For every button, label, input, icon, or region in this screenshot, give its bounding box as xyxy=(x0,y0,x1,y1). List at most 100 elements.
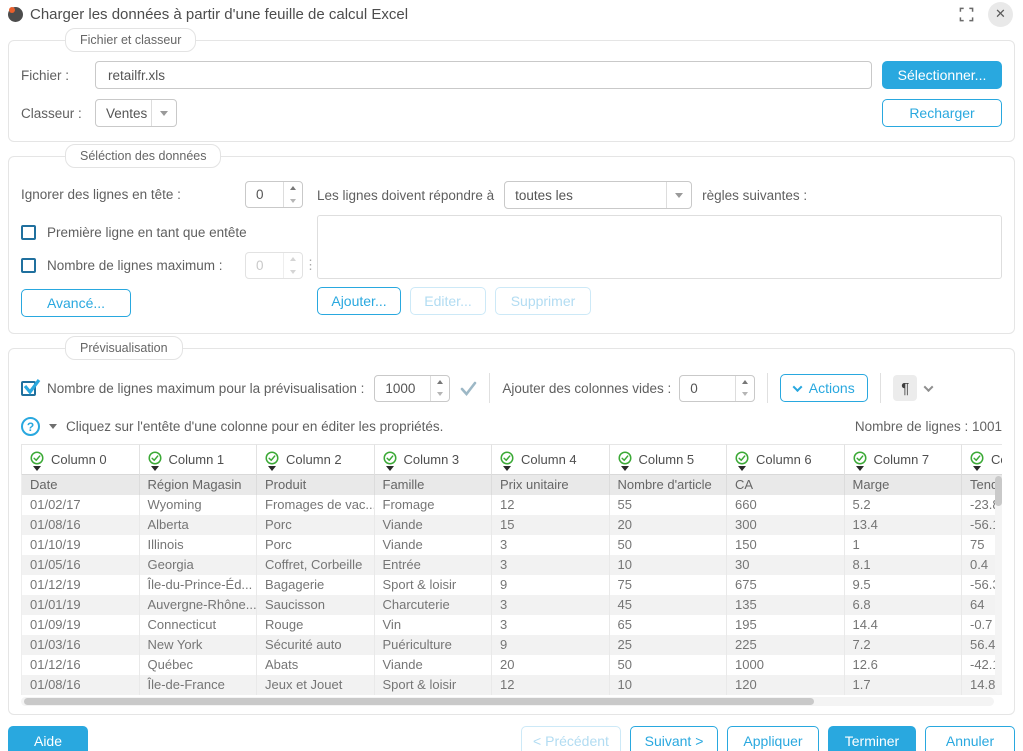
column-header[interactable]: Column 0 xyxy=(22,444,140,475)
add-rule-button[interactable]: Ajouter... xyxy=(317,287,401,315)
table-cell: 14.4 xyxy=(845,615,963,635)
max-preview-spinner[interactable]: 1000 xyxy=(374,375,450,402)
column-header[interactable]: Column 5 xyxy=(610,444,728,475)
app-logo-icon xyxy=(8,7,23,22)
column-menu-triangle-icon xyxy=(973,466,981,471)
pilcrow-icon[interactable]: ¶ xyxy=(893,375,917,401)
hint-text: Cliquez sur l'entête d'une colonne pour … xyxy=(66,419,443,434)
file-section-legend: Fichier et classeur xyxy=(65,28,196,52)
table-row: 01/01/19Auvergne-Rhône...SaucissonCharcu… xyxy=(21,595,1002,615)
rules-mode-select[interactable]: toutes les xyxy=(504,181,692,209)
table-cell: Région Magasin xyxy=(140,475,258,495)
table-row: 01/08/16AlbertaPorcViande152030013.4-56.… xyxy=(21,515,1002,535)
spinner-down-icon[interactable] xyxy=(284,195,302,208)
table-cell: 01/12/16 xyxy=(22,655,140,675)
spinner-down-icon[interactable] xyxy=(736,388,754,401)
rules-list[interactable] xyxy=(317,215,1002,279)
vertical-scrollbar-thumb[interactable] xyxy=(995,476,1002,506)
column-header[interactable]: Column 8 xyxy=(962,444,1002,475)
help-button[interactable]: Aide xyxy=(8,726,88,751)
table-cell: Illinois xyxy=(140,535,258,555)
table-row: 01/02/17WyomingFromages de vac...Fromage… xyxy=(21,495,1002,515)
max-rows-checkbox[interactable] xyxy=(21,258,36,273)
spinner-up-icon[interactable] xyxy=(284,182,302,195)
table-cell: Viande xyxy=(375,515,493,535)
table-cell: 3 xyxy=(492,615,610,635)
table-row: 01/10/19IllinoisPorcViande350150175 xyxy=(21,535,1002,555)
table-cell: 3 xyxy=(492,595,610,615)
splitter-handle[interactable]: ⋮ xyxy=(304,257,317,273)
close-icon[interactable]: ✕ xyxy=(988,2,1013,27)
table-cell: Prix unitaire xyxy=(492,475,610,495)
column-valid-icon xyxy=(30,451,44,471)
advanced-button[interactable]: Avancé... xyxy=(21,289,131,317)
column-header[interactable]: Column 4 xyxy=(492,444,610,475)
max-preview-checkbox[interactable] xyxy=(21,381,36,396)
apply-button[interactable]: Appliquer xyxy=(727,726,819,751)
table-cell: 55 xyxy=(610,495,728,515)
table-cell: 9 xyxy=(492,635,610,655)
actions-button[interactable]: Actions xyxy=(780,374,868,402)
column-header-label: Column 1 xyxy=(169,452,225,467)
table-row: 01/03/16New YorkSécurité autoPuéricultur… xyxy=(21,635,1002,655)
table-cell: Porc xyxy=(257,535,375,555)
column-header[interactable]: Column 1 xyxy=(140,444,258,475)
column-header-label: Column 0 xyxy=(51,452,107,467)
preview-table: Column 0 Column 1 Column 2Column 3Column 4… xyxy=(21,444,1002,706)
table-cell: 9 xyxy=(492,575,610,595)
validate-check-icon[interactable] xyxy=(460,381,477,396)
table-cell: 7.2 xyxy=(845,635,963,655)
skip-rows-spinner[interactable]: 0 xyxy=(245,181,303,208)
column-header[interactable]: Column 2 xyxy=(257,444,375,475)
table-cell: Viande xyxy=(375,535,493,555)
next-button[interactable]: Suivant > xyxy=(630,726,718,751)
footer-bar: Aide < Précédent Suivant > Appliquer Ter… xyxy=(8,726,1015,751)
chevron-down-icon[interactable] xyxy=(924,382,934,392)
table-cell: 45 xyxy=(610,595,728,615)
spinner-up-icon[interactable] xyxy=(736,376,754,389)
triangle-down-icon[interactable] xyxy=(49,424,57,429)
select-file-button[interactable]: Sélectionner... xyxy=(882,61,1002,89)
chevron-down-icon xyxy=(675,193,683,198)
column-header[interactable]: Column 7 xyxy=(845,444,963,475)
spinner-down-icon[interactable] xyxy=(431,388,449,401)
horizontal-scrollbar-thumb[interactable] xyxy=(24,698,814,705)
table-cell: Alberta xyxy=(140,515,258,535)
file-input[interactable] xyxy=(95,61,872,89)
table-cell: Nombre d'article xyxy=(610,475,728,495)
chevron-down-icon xyxy=(792,382,802,392)
reload-button[interactable]: Recharger xyxy=(882,99,1002,127)
table-cell: 01/12/19 xyxy=(22,575,140,595)
table-cell: 12 xyxy=(492,495,610,515)
help-icon[interactable]: ? xyxy=(21,417,40,436)
table-cell: 6.8 xyxy=(845,595,963,615)
column-header-label: Column 7 xyxy=(874,452,930,467)
file-section: Fichier et classeur Fichier : Sélectionn… xyxy=(8,40,1015,142)
formatting-marks-button[interactable]: ¶ xyxy=(893,375,932,401)
workbook-label: Classeur : xyxy=(21,105,85,121)
table-cell: Auvergne-Rhône... xyxy=(140,595,258,615)
column-header[interactable]: Column 3 xyxy=(375,444,493,475)
table-cell: 150 xyxy=(727,535,845,555)
horizontal-scrollbar[interactable] xyxy=(21,697,994,706)
column-header[interactable]: Column 6 xyxy=(727,444,845,475)
table-cell: Jeux et Jouet xyxy=(257,675,375,695)
preview-legend: Prévisualisation xyxy=(65,336,183,360)
vertical-scrollbar[interactable] xyxy=(995,476,1002,694)
maximize-icon[interactable] xyxy=(959,7,974,22)
spinner-up-icon[interactable] xyxy=(431,376,449,389)
table-cell: 01/08/16 xyxy=(22,515,140,535)
table-cell: 01/02/17 xyxy=(22,495,140,515)
column-menu-triangle-icon xyxy=(33,466,41,471)
add-empty-columns-spinner[interactable]: 0 xyxy=(679,375,755,402)
cancel-button[interactable]: Annuler xyxy=(925,726,1015,751)
table-cell: Vin xyxy=(375,615,493,635)
workbook-select[interactable]: Ventes xyxy=(95,99,177,127)
table-cell: Porc xyxy=(257,515,375,535)
skip-rows-value: 0 xyxy=(246,182,283,207)
table-cell: 10 xyxy=(610,555,728,575)
column-header-label: Column 5 xyxy=(639,452,695,467)
finish-button[interactable]: Terminer xyxy=(828,726,916,751)
table-cell: Sport & loisir xyxy=(375,575,493,595)
first-row-header-checkbox[interactable] xyxy=(21,225,36,240)
